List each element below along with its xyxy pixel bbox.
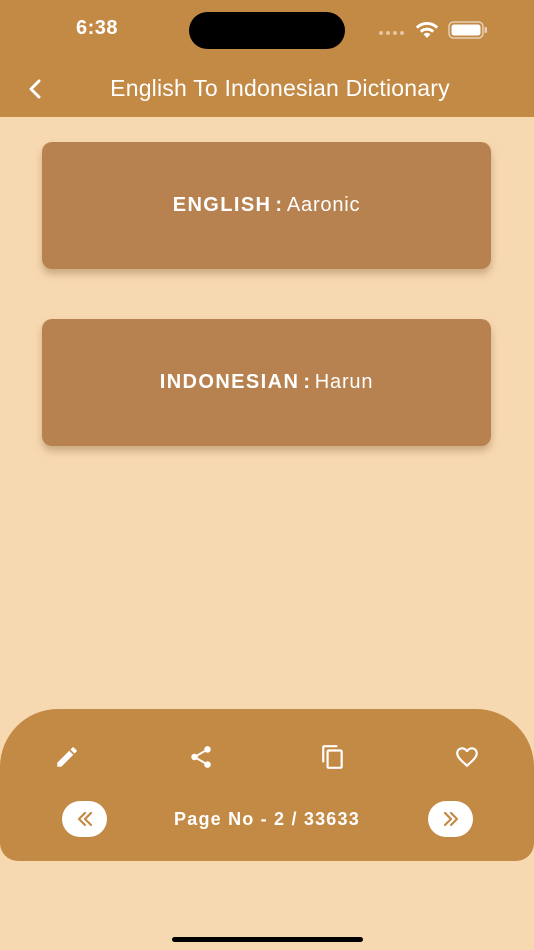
english-word: Aaronic (286, 194, 361, 216)
share-icon[interactable] (188, 744, 214, 770)
indonesian-label: INDONESIAN (159, 371, 300, 393)
heart-icon[interactable] (454, 744, 480, 770)
battery-icon (448, 21, 487, 39)
home-indicator[interactable] (172, 937, 363, 942)
double-chevron-right-icon (443, 811, 458, 827)
indonesian-word-card: INDONESIAN : Harun (42, 319, 491, 446)
indonesian-word: Harun (314, 371, 374, 393)
cellular-signal-icon (379, 31, 404, 35)
copy-icon[interactable] (320, 744, 346, 770)
dynamic-island (189, 12, 345, 49)
wifi-icon (415, 21, 439, 38)
indonesian-separator: : (303, 371, 311, 393)
english-label: ENGLISH (172, 194, 272, 216)
english-separator: : (275, 194, 283, 216)
page-title: English To Indonesian Dictionary (110, 75, 450, 101)
next-page-button[interactable] (428, 801, 473, 837)
bottom-action-panel (0, 709, 534, 861)
pencil-icon[interactable] (54, 744, 80, 770)
english-word-card: ENGLISH : Aaronic (42, 142, 491, 269)
status-time: 6:38 (76, 17, 119, 39)
app-header: 6:38 English To Indonesian Dictionary (0, 0, 534, 117)
